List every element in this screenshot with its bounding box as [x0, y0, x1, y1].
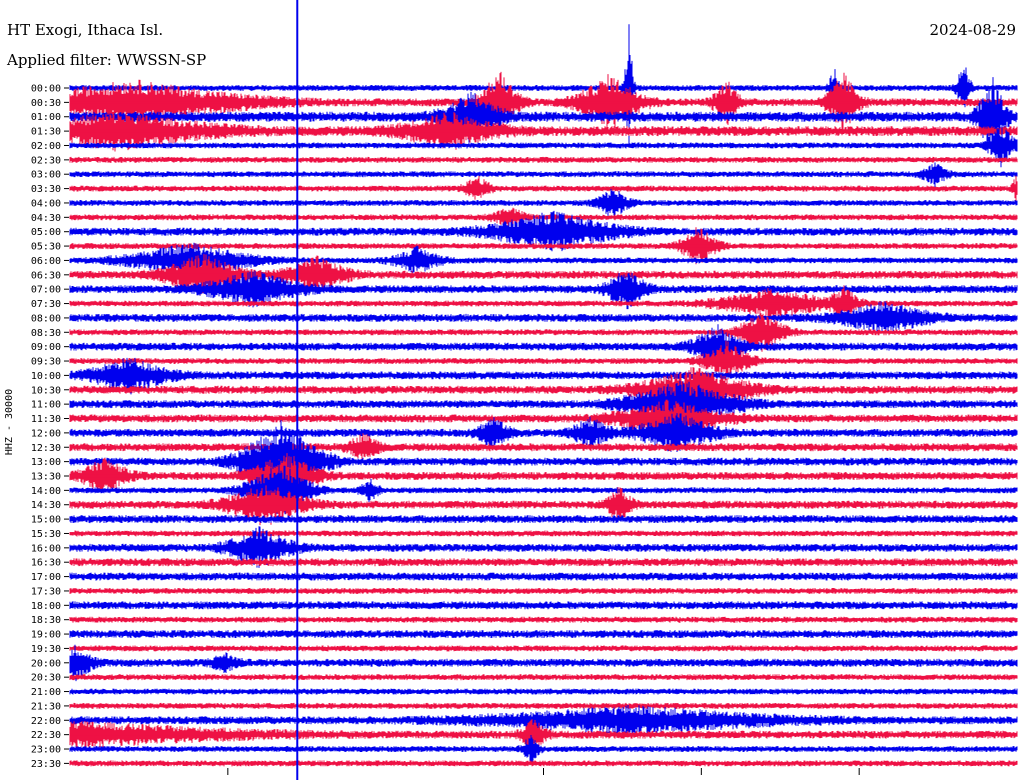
seismogram-plot: 00:00 00:30 01:00 01:30 02:00 02:30 03:00 03:30…: [4, 0, 1018, 780]
row-time-label: 21:00: [31, 687, 61, 698]
row-time-label: 16:30: [31, 558, 61, 569]
row-time-label: 11:30: [31, 414, 61, 425]
row-time-label: 21:30: [31, 701, 61, 712]
row-time-label: 18:00: [31, 601, 61, 612]
row-time-label: 20:30: [31, 673, 61, 684]
row-time-label: 05:00: [31, 227, 61, 238]
row-time-label: 20:00: [31, 658, 61, 669]
row-time-label: 01:00: [31, 112, 61, 123]
row-time-label: 14:00: [31, 486, 61, 497]
row-time-label: 01:30: [31, 127, 61, 138]
row-time-label: 08:00: [31, 313, 61, 324]
row-time-label: 09:00: [31, 342, 61, 353]
row-time-label: 15:30: [31, 529, 61, 540]
row-time-label: 17:00: [31, 572, 61, 583]
row-time-label: 15:00: [31, 515, 61, 526]
row-time-label: 17:30: [31, 586, 61, 597]
row-time-label: 12:30: [31, 443, 61, 454]
row-time-label: 22:00: [31, 716, 61, 727]
row-time-label: 02:00: [31, 141, 61, 152]
row-time-label: 05:30: [31, 242, 61, 253]
row-time-label: 16:00: [31, 543, 61, 554]
row-time-label: 14:30: [31, 500, 61, 511]
row-time-label: 12:00: [31, 428, 61, 439]
row-time-label: 23:00: [31, 745, 61, 756]
row-time-label: 19:00: [31, 630, 61, 641]
row-time-label: 18:30: [31, 615, 61, 626]
row-time-label: 03:30: [31, 184, 61, 195]
row-time-label: 04:00: [31, 198, 61, 209]
row-time-label: 13:30: [31, 471, 61, 482]
row-time-label: 04:30: [31, 213, 61, 224]
row-time-label: 06:00: [31, 256, 61, 267]
row-time-label: 03:00: [31, 170, 61, 181]
row-time-label: 09:30: [31, 357, 61, 368]
row-time-label: 23:30: [31, 759, 61, 770]
channel-label: HHZ - 30000: [4, 389, 15, 455]
row-time-label: 13:00: [31, 457, 61, 468]
row-time-label: 10:30: [31, 385, 61, 396]
trace-group: [69, 24, 1018, 767]
row-time-label: 11:00: [31, 400, 61, 411]
row-time-label: 06:30: [31, 270, 61, 281]
row-time-label: 08:30: [31, 328, 61, 339]
row-time-label: 19:30: [31, 644, 61, 655]
row-time-label: 22:30: [31, 730, 61, 741]
row-time-label: 02:30: [31, 155, 61, 166]
row-time-label: 10:00: [31, 371, 61, 382]
trace-row-0800: [69, 301, 1018, 332]
time-label-group: 00:00 00:30 01:00 01:30 02:00 02:30 03:00 03:30…: [31, 84, 69, 770]
row-time-label: 00:30: [31, 98, 61, 109]
row-time-label: 00:00: [31, 84, 61, 95]
row-time-label: 07:00: [31, 285, 61, 296]
row-time-label: 07:30: [31, 299, 61, 310]
